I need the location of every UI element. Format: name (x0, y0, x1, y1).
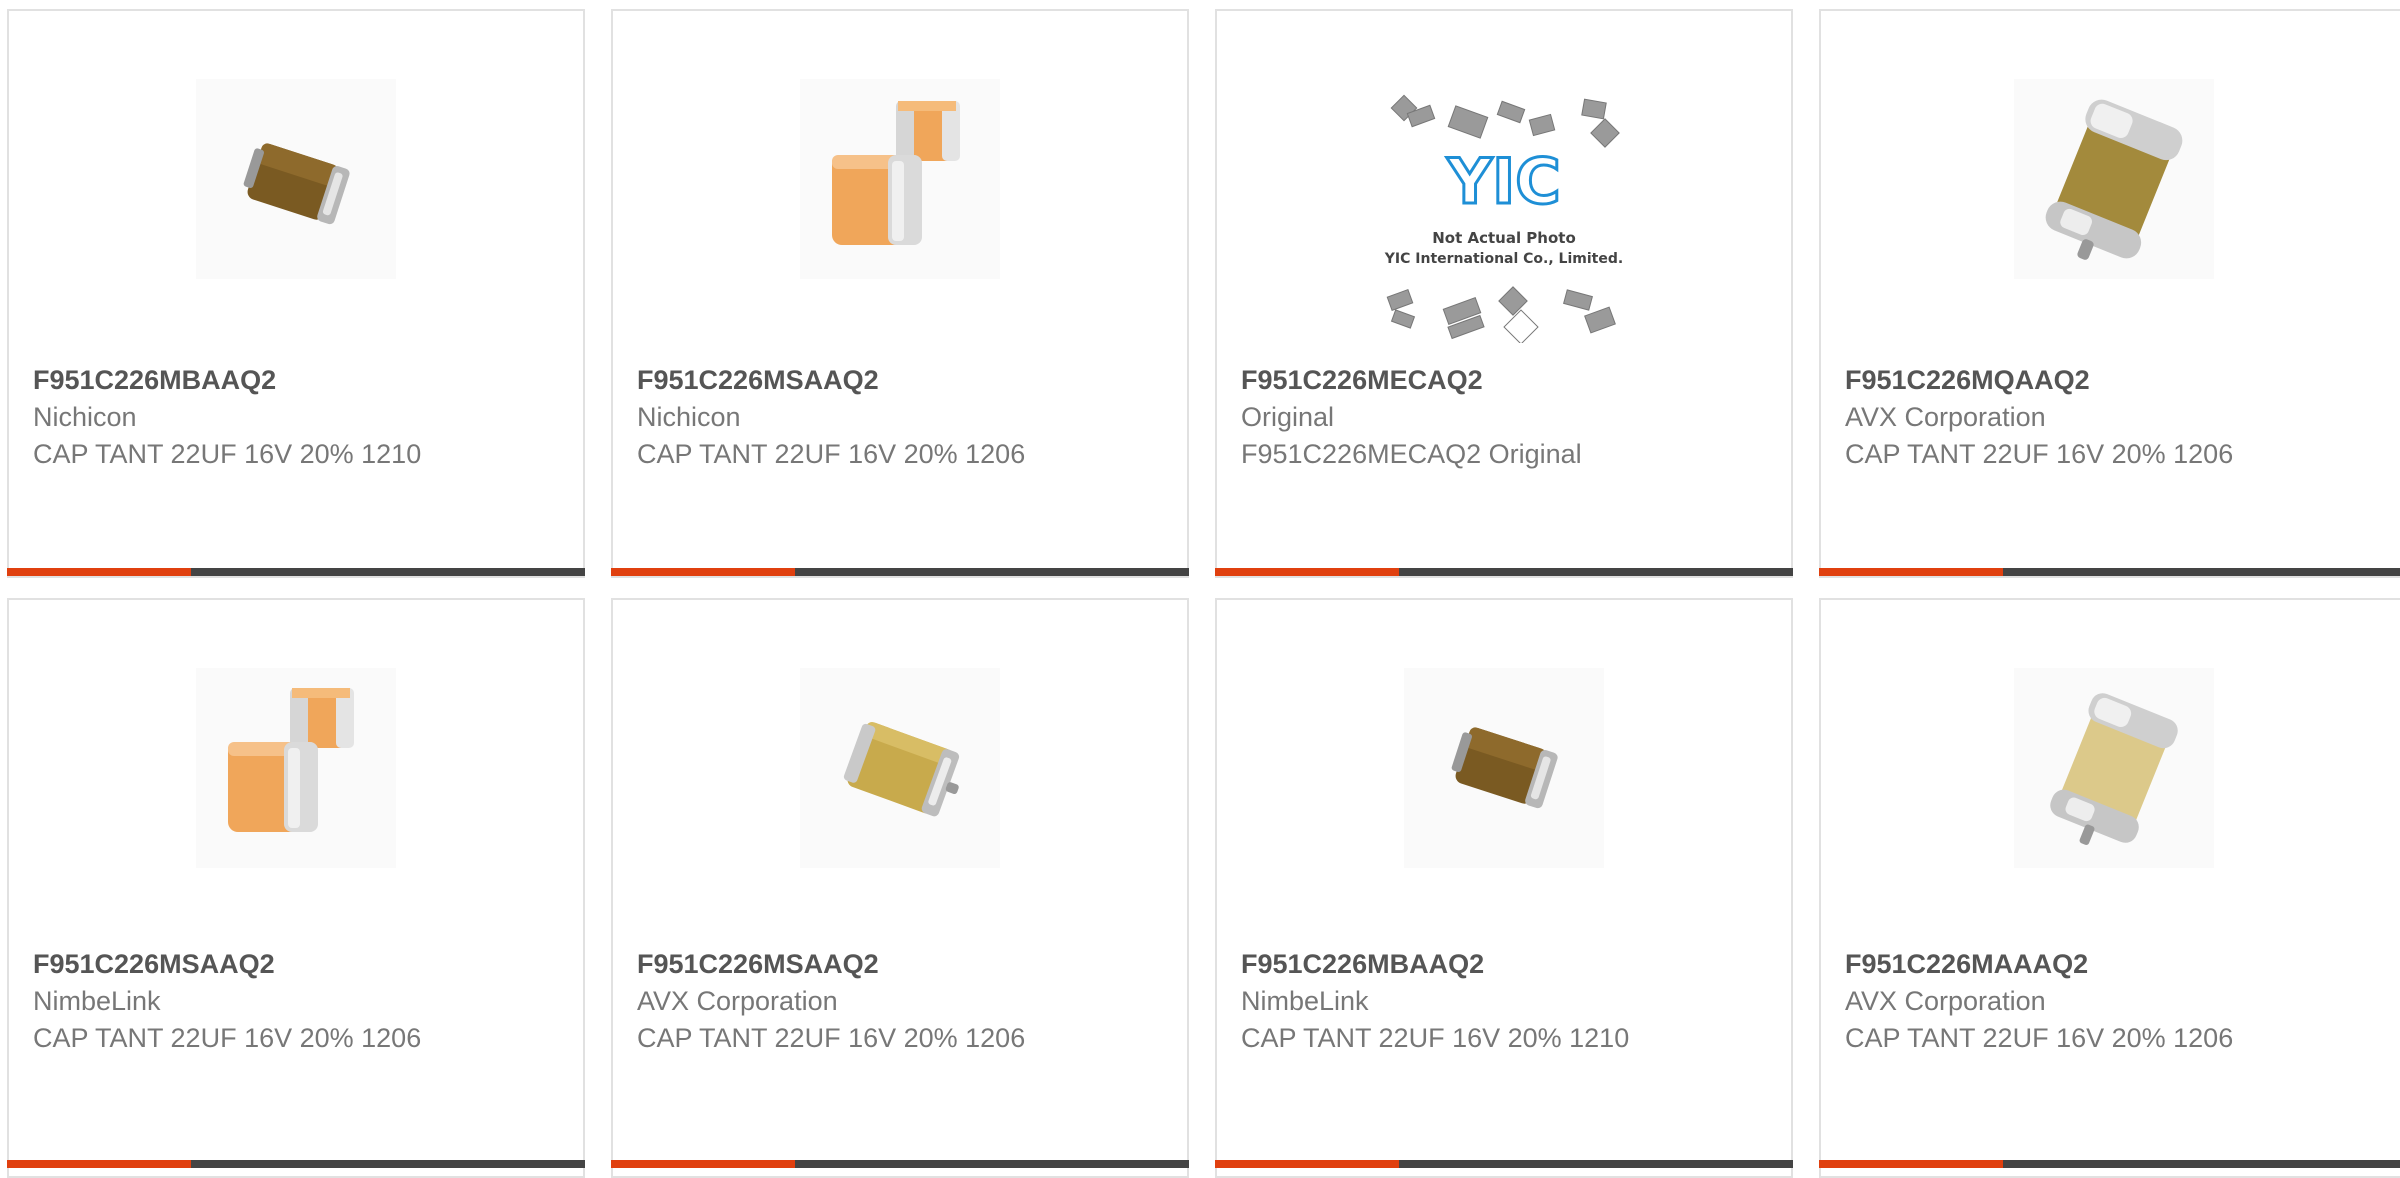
orange-chip-pair-icon (196, 668, 396, 868)
card-accent-bar (1215, 568, 1399, 576)
description: CAP TANT 22UF 16V 20% 1210 (1241, 1023, 1630, 1053)
tantalum-brown-chip-icon (1404, 668, 1604, 868)
placeholder-line-2: YIC International Co., Limited. (1384, 251, 1623, 267)
card-accent-bar (1819, 568, 2003, 576)
product-info: F951C226MAAAQ2 AVX Corporation CAP TANT … (1845, 945, 2383, 1057)
tantalum-yellow-lead-icon (2014, 668, 2214, 868)
tantalum-brown-chip-icon (196, 79, 396, 279)
manufacturer: AVX Corporation (1845, 402, 2046, 432)
product-image[interactable] (2014, 668, 2214, 868)
product-image[interactable] (800, 668, 1000, 868)
product-card[interactable]: F951C226MQAAQ2 AVX Corporation CAP TANT … (1819, 9, 2400, 578)
part-number[interactable]: F951C226MBAAQ2 (1241, 945, 1767, 983)
product-card[interactable]: F951C226MBAAQ2 NimbeLink CAP TANT 22UF 1… (1215, 598, 1793, 1178)
manufacturer: NimbeLink (33, 986, 161, 1016)
part-number[interactable]: F951C226MECAQ2 (1241, 361, 1767, 399)
tantalum-yellow-chip-icon (800, 668, 1000, 868)
card-footer-bar (1215, 568, 1793, 576)
yic-logo: YIC (1446, 145, 1560, 218)
manufacturer: AVX Corporation (1845, 986, 2046, 1016)
orange-chip-pair-icon (800, 79, 1000, 279)
product-grid: F951C226MBAAQ2 Nichicon CAP TANT 22UF 16… (0, 0, 2400, 1178)
product-image[interactable]: YIC Not Actual Photo YIC International C… (1369, 93, 1639, 343)
manufacturer: AVX Corporation (637, 986, 838, 1016)
tantalum-molded-lead-icon (2014, 79, 2214, 279)
product-info: F951C226MECAQ2 Original F951C226MECAQ2 O… (1241, 361, 1767, 473)
card-accent-bar (611, 568, 795, 576)
manufacturer: Original (1241, 402, 1335, 432)
card-accent-bar (7, 568, 191, 576)
manufacturer: Nichicon (33, 402, 137, 432)
product-image[interactable] (800, 79, 1000, 279)
card-footer-bar (1819, 568, 2400, 576)
description: CAP TANT 22UF 16V 20% 1206 (33, 1023, 422, 1053)
description: CAP TANT 22UF 16V 20% 1206 (1845, 439, 2234, 469)
product-info: F951C226MBAAQ2 Nichicon CAP TANT 22UF 16… (33, 361, 559, 473)
part-number[interactable]: F951C226MBAAQ2 (33, 361, 559, 399)
yic-placeholder-icon: YIC Not Actual Photo YIC International C… (1384, 94, 1623, 343)
product-card[interactable]: YIC Not Actual Photo YIC International C… (1215, 9, 1793, 578)
part-number[interactable]: F951C226MSAAQ2 (637, 945, 1163, 983)
product-card[interactable]: F951C226MBAAQ2 Nichicon CAP TANT 22UF 16… (7, 9, 585, 578)
description: CAP TANT 22UF 16V 20% 1206 (1845, 1023, 2234, 1053)
part-number[interactable]: F951C226MSAAQ2 (637, 361, 1163, 399)
description: F951C226MECAQ2 Original (1241, 439, 1582, 469)
manufacturer: NimbeLink (1241, 986, 1369, 1016)
product-info: F951C226MSAAQ2 NimbeLink CAP TANT 22UF 1… (33, 945, 559, 1057)
part-number[interactable]: F951C226MQAAQ2 (1845, 361, 2383, 399)
product-info: F951C226MBAAQ2 NimbeLink CAP TANT 22UF 1… (1241, 945, 1767, 1057)
product-image[interactable] (1404, 668, 1604, 868)
product-info: F951C226MSAAQ2 Nichicon CAP TANT 22UF 16… (637, 361, 1163, 473)
product-info: F951C226MSAAQ2 AVX Corporation CAP TANT … (637, 945, 1163, 1057)
part-number[interactable]: F951C226MAAAQ2 (1845, 945, 2383, 983)
manufacturer: Nichicon (637, 402, 741, 432)
description: CAP TANT 22UF 16V 20% 1206 (637, 1023, 1026, 1053)
card-footer-bar (611, 568, 1189, 576)
product-image[interactable] (196, 668, 396, 868)
description: CAP TANT 22UF 16V 20% 1206 (637, 439, 1026, 469)
product-card[interactable]: F951C226MSAAQ2 NimbeLink CAP TANT 22UF 1… (7, 598, 585, 1178)
product-card[interactable]: F951C226MAAAQ2 AVX Corporation CAP TANT … (1819, 598, 2400, 1178)
product-image[interactable] (2014, 79, 2214, 279)
product-info: F951C226MQAAQ2 AVX Corporation CAP TANT … (1845, 361, 2383, 473)
part-number[interactable]: F951C226MSAAQ2 (33, 945, 559, 983)
placeholder-line-1: Not Actual Photo (1432, 229, 1576, 247)
product-card[interactable]: F951C226MSAAQ2 AVX Corporation CAP TANT … (611, 598, 1189, 1178)
product-card[interactable]: F951C226MSAAQ2 Nichicon CAP TANT 22UF 16… (611, 9, 1189, 578)
card-footer-bar (7, 568, 585, 576)
product-image[interactable] (196, 79, 396, 279)
description: CAP TANT 22UF 16V 20% 1210 (33, 439, 422, 469)
